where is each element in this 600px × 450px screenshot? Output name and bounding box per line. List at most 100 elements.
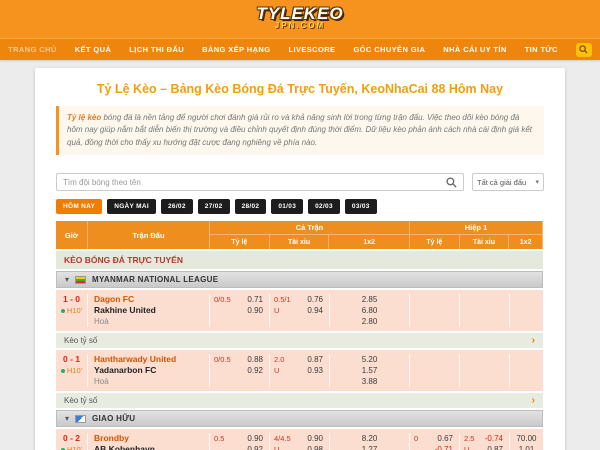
- league-header-myanmar[interactable]: ▾ MYANMAR NATIONAL LEAGUE: [56, 271, 543, 288]
- score-odds-expander[interactable]: Kèo tỷ số ›: [56, 393, 543, 408]
- date-tab-27-02[interactable]: 27/02: [198, 199, 230, 214]
- nav-item-bang-xep-hang[interactable]: BẢNG XẾP HẠNG: [202, 45, 270, 54]
- odds-value[interactable]: -0.71: [435, 444, 459, 450]
- nav-item-ket-qua[interactable]: KẾT QUẢ: [75, 45, 112, 54]
- league-name: GIAO HỮU: [92, 414, 135, 423]
- odds-value[interactable]: [486, 365, 509, 376]
- away-team-link[interactable]: AB Kobenhavn: [94, 444, 209, 450]
- odds-value[interactable]: [436, 294, 459, 305]
- odds-value[interactable]: 0.94: [296, 305, 329, 316]
- nav-item-tin-tuc[interactable]: TIN TỨC: [525, 45, 558, 54]
- team-search-input[interactable]: [63, 178, 446, 187]
- odds-value[interactable]: 0.90: [296, 433, 329, 444]
- h1-handicap-cell: 00.67 -0.71: [410, 433, 460, 450]
- teams-cell: Brondby AB Kobenhavn Hoà: [88, 433, 210, 450]
- logo-subtext: JPN.COM: [0, 21, 600, 30]
- search-icon[interactable]: [446, 177, 457, 188]
- h1-1x2-cell: [510, 294, 543, 327]
- odds-value[interactable]: 2.85: [330, 294, 409, 305]
- col-header-h1-handicap: Tỷ lệ: [410, 235, 460, 249]
- handicap-line: 0: [410, 433, 436, 444]
- home-team-link[interactable]: Brondby: [94, 433, 209, 444]
- nav-item-lich-thi-dau[interactable]: LỊCH THI ĐẤU: [129, 45, 184, 54]
- away-team-link[interactable]: Yadanarbon FC: [94, 365, 209, 376]
- odds-value[interactable]: [510, 294, 543, 305]
- match-minute: H10': [56, 444, 87, 450]
- ft-1x2-cell: 2.85 6.80 2.80: [330, 294, 410, 327]
- odds-value[interactable]: [486, 354, 509, 365]
- odds-value[interactable]: [486, 305, 509, 316]
- teams-cell: Dagon FC Rakhine United Hoà: [88, 294, 210, 327]
- col-header-ft-handicap: Tỷ lệ: [210, 235, 270, 249]
- odds-value[interactable]: 0.93: [296, 365, 329, 376]
- chevron-right-icon: ›: [532, 397, 535, 405]
- match-minute: H10': [56, 305, 87, 316]
- h1-over-under-cell: [460, 354, 510, 387]
- date-tab-01-03[interactable]: 01/03: [271, 199, 303, 214]
- nav-item-goc-chuyen-gia[interactable]: GÓC CHUYÊN GIA: [353, 45, 425, 54]
- odds-value[interactable]: [486, 294, 509, 305]
- odds-value[interactable]: 1.27: [330, 444, 409, 450]
- odds-value[interactable]: 6.80: [330, 305, 409, 316]
- date-tab-ngay-mai[interactable]: NGÀY MAI: [107, 199, 156, 214]
- date-tab-03-03[interactable]: 03/03: [345, 199, 377, 214]
- odds-value[interactable]: 1.01: [510, 444, 543, 450]
- home-team-link[interactable]: Hantharwady United: [94, 354, 209, 365]
- odds-value[interactable]: 0.90: [236, 433, 269, 444]
- odds-value[interactable]: 0.98: [296, 444, 329, 450]
- odds-value[interactable]: 0.71: [236, 294, 269, 305]
- odds-value[interactable]: 8.20: [330, 433, 409, 444]
- odds-value[interactable]: [436, 365, 459, 376]
- odds-value[interactable]: [436, 305, 459, 316]
- odds-value[interactable]: [510, 316, 543, 327]
- odds-value[interactable]: 0.88: [236, 354, 269, 365]
- live-indicator-dot: [61, 309, 65, 313]
- league-header-giao-huu[interactable]: ▾ GIAO HỮU: [56, 410, 543, 427]
- odds-value[interactable]: 3.88: [330, 376, 409, 387]
- away-team-link[interactable]: Rakhine United: [94, 305, 209, 316]
- odds-value[interactable]: 0.87: [296, 354, 329, 365]
- league-filter-value: Tất cả giải đấu: [477, 178, 526, 187]
- h1-over-under-cell: 2.5-0.74 U0.87: [460, 433, 510, 450]
- ft-handicap-cell: 0.50.90 0.92: [210, 433, 270, 450]
- odds-value[interactable]: 70.00: [510, 433, 543, 444]
- odds-value[interactable]: 1.57: [330, 365, 409, 376]
- odds-value[interactable]: [436, 354, 459, 365]
- col-group-full-match: Cả Trận Tỷ lệ Tài xỉu 1x2: [210, 221, 410, 249]
- intro-keyword-link[interactable]: Tỷ lệ kèo: [67, 113, 101, 122]
- collapse-icon: ▾: [65, 275, 69, 284]
- site-logo[interactable]: TYLEKEO JPN.COM: [0, 4, 600, 30]
- odds-value[interactable]: 0.90: [236, 305, 269, 316]
- odds-value[interactable]: 0.92: [236, 444, 269, 450]
- odds-value[interactable]: 0.92: [236, 365, 269, 376]
- league-filter-select[interactable]: Tất cả giải đấu ▾: [472, 173, 544, 191]
- col-header-h1-over-under: Tài xỉu: [460, 235, 510, 249]
- score-odds-expander[interactable]: Kèo tỷ số ›: [56, 333, 543, 348]
- odds-value[interactable]: 0.76: [296, 294, 329, 305]
- h1-handicap-cell: [410, 354, 460, 387]
- odds-table: Giờ Trận Đấu Cả Trận Tỷ lệ Tài xỉu 1x2 H…: [56, 221, 543, 450]
- date-tab-26-02[interactable]: 26/02: [161, 199, 193, 214]
- header-search-button[interactable]: [576, 43, 592, 57]
- date-tab-hom-nay[interactable]: HÔM NAY: [56, 199, 102, 214]
- nav-item-nha-cai-uy-tin[interactable]: NHÀ CÁI UY TÍN: [443, 45, 506, 54]
- odds-value[interactable]: 2.80: [330, 316, 409, 327]
- odds-value[interactable]: 0.87: [486, 444, 509, 450]
- teams-cell: Hantharwady United Yadanarbon FC Hoà: [88, 354, 210, 387]
- odds-value[interactable]: 5.20: [330, 354, 409, 365]
- odds-value[interactable]: [510, 305, 543, 316]
- live-score: 1 - 0: [56, 294, 87, 305]
- odds-value[interactable]: [510, 365, 543, 376]
- ft-handicap-cell: 0/0.50.88 0.92: [210, 354, 270, 387]
- top-header: TYLEKEO JPN.COM: [0, 0, 600, 38]
- odds-value[interactable]: 0.67: [436, 433, 459, 444]
- nav-item-trang-chu[interactable]: TRANG CHỦ: [8, 45, 57, 54]
- date-tab-28-02[interactable]: 28/02: [235, 199, 267, 214]
- date-tab-02-03[interactable]: 02/03: [308, 199, 340, 214]
- nav-item-livescore[interactable]: LIVESCORE: [288, 45, 335, 54]
- odds-value[interactable]: [510, 354, 543, 365]
- odds-value[interactable]: -0.74: [485, 433, 509, 444]
- odds-value[interactable]: [510, 376, 543, 387]
- total-line: 0.5/1: [270, 294, 296, 305]
- home-team-link[interactable]: Dagon FC: [94, 294, 209, 305]
